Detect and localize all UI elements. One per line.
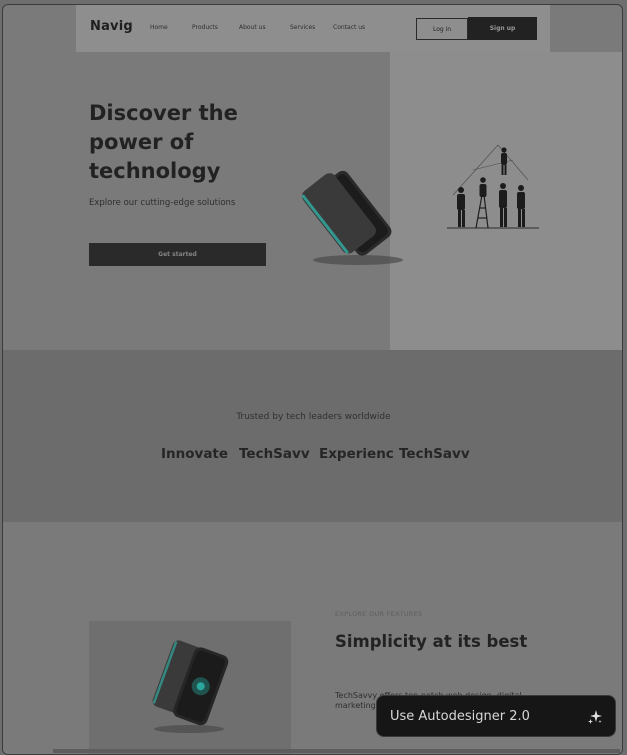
nav-link-services[interactable]: Services [290,24,315,31]
login-button[interactable]: Log in [416,18,468,40]
nav-link-home[interactable]: Home [150,24,168,31]
partner-logo: Innovate [161,446,229,462]
hero-subtitle: Explore our cutting-edge solutions [89,198,236,208]
smartphone-illustration [152,640,229,733]
nav-link-about[interactable]: About us [239,24,266,31]
features-title: Simplicity at its best [335,632,528,651]
brand-logo[interactable]: Navig [90,19,133,34]
signup-button[interactable]: Sign up [468,17,537,40]
autodesigner-button[interactable]: Use Autodesigner 2.0 [376,695,616,737]
nav-link-products[interactable]: Products [192,24,218,31]
smartphone-illustration [301,170,403,265]
scroll-indicator [53,749,620,753]
feature-image [89,621,291,754]
sparkle-icon [588,710,602,724]
partner-logo: TechSavv [399,446,470,462]
partner-logo: TechSavv [239,446,310,462]
partner-logo: Experienc [319,446,394,462]
get-started-button[interactable]: Get started [89,243,266,266]
nav-link-contact[interactable]: Contact us [333,24,365,31]
features-kicker: EXPLORE OUR FEATURES [335,610,423,618]
autodesigner-label: Use Autodesigner 2.0 [390,708,530,724]
top-navbar: Navig Home Products About us Services Co… [76,5,550,52]
team-climbing-illustration [447,144,539,229]
trusted-section [3,350,622,522]
page-frame: Navig Home Products About us Services Co… [2,4,623,755]
trusted-label: Trusted by tech leaders worldwide [236,412,391,422]
hero-title: Discover the power of technology [89,101,238,183]
